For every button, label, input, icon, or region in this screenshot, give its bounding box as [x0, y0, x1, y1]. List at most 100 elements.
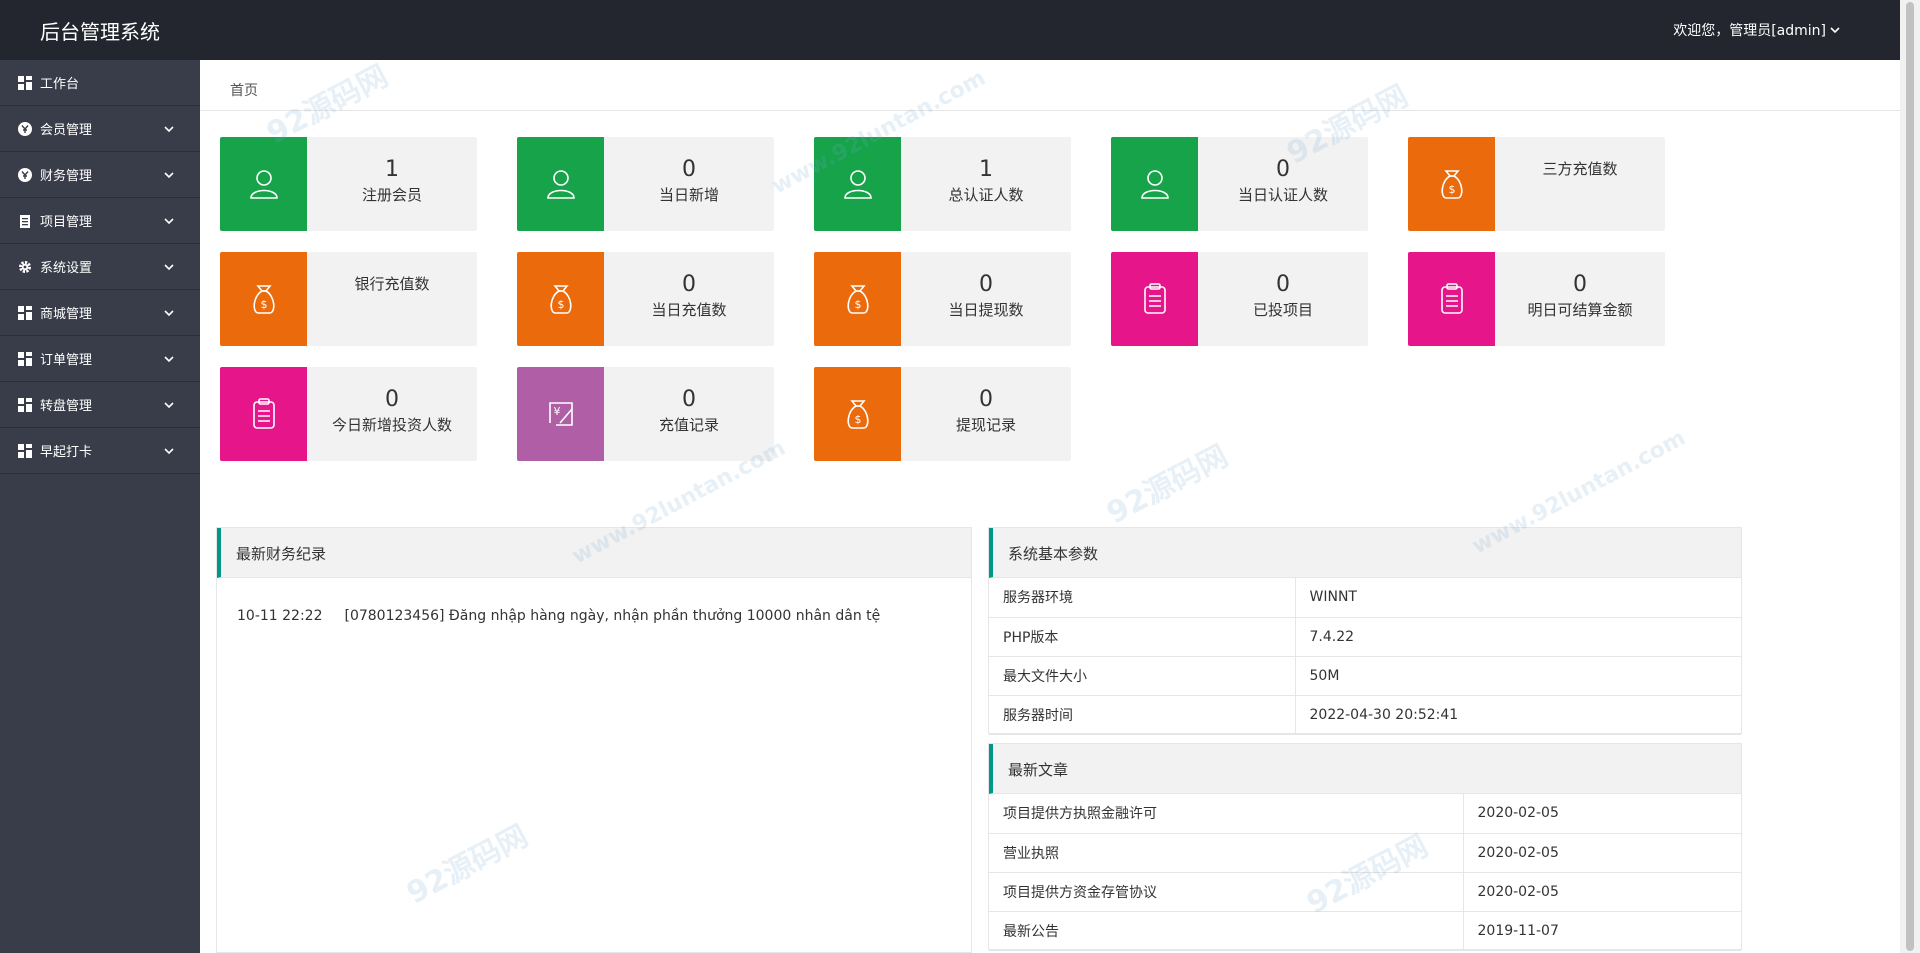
article-title[interactable]: 项目提供方执照金融许可	[989, 794, 1463, 834]
stat-card-body: 银行充值数	[307, 252, 477, 346]
sidebar-item-checkin[interactable]: 早起打卡	[0, 428, 200, 474]
stat-value: 0	[979, 387, 993, 412]
stat-card[interactable]: $0 当日充值数	[517, 252, 774, 346]
sidebar-item-label: 订单管理	[40, 353, 93, 368]
dashboard-icon	[18, 305, 32, 320]
stat-card-body: 0 当日充值数	[604, 252, 774, 346]
user-icon	[517, 137, 604, 231]
stat-label: 总认证人数	[948, 186, 1024, 204]
stat-card-body: 0 今日新增投资人数	[307, 367, 477, 461]
stat-value: 0	[1573, 272, 1587, 297]
clipboard-icon	[18, 214, 32, 228]
sidebar-item-label: 会员管理	[40, 123, 93, 138]
dashboard-icon	[18, 443, 32, 458]
welcome-text[interactable]: 欢迎您，管理员[admin]	[1673, 20, 1826, 40]
stat-card[interactable]: $0 提现记录	[814, 367, 1071, 461]
stat-value: 0	[682, 157, 696, 182]
sidebar-item-finance[interactable]: 财务管理	[0, 152, 200, 198]
stat-label: 已投项目	[1252, 301, 1313, 319]
sidebar-item-settings[interactable]: 系统设置	[0, 244, 200, 290]
sidebar-item-members[interactable]: 会员管理	[0, 106, 200, 152]
panel-title: 系统基本参数	[989, 528, 1741, 578]
svg-text:$: $	[557, 298, 564, 311]
sidebar-item-projects[interactable]: 项目管理	[0, 198, 200, 244]
article-date: 2020-02-05	[1462, 833, 1741, 873]
stat-label: 充值记录	[658, 416, 719, 434]
user-icon	[814, 137, 901, 231]
chevron-down-icon	[164, 172, 174, 179]
gear-icon	[18, 260, 32, 274]
stat-card[interactable]: $ 银行充值数	[220, 252, 477, 346]
sidebar-nav: 工作台 会员管理 财务管理 项目管理 系统设置 商城管理 订单管理 转盘管理 早…	[0, 60, 200, 953]
stat-label: 当日认证人数	[1237, 186, 1328, 204]
money-bag-icon: $	[1408, 137, 1495, 231]
finance-record-time: 10-11 22:22	[237, 608, 323, 624]
finance-record: 10-11 22:22 [0780123456] Đăng nhập hàng …	[217, 578, 971, 624]
sidebar-item-label: 系统设置	[40, 261, 93, 276]
scrollbar-thumb[interactable]	[1906, 2, 1914, 951]
stat-card-body: 1 注册会员	[307, 137, 477, 231]
breadcrumb-home[interactable]: 首页	[230, 83, 258, 99]
article-title[interactable]: 营业执照	[989, 833, 1463, 873]
clipboard-list-icon	[220, 367, 307, 461]
param-value: 50M	[1294, 656, 1741, 696]
app-logo-title[interactable]: 后台管理系统	[40, 16, 160, 45]
svg-text:$: $	[854, 298, 861, 311]
chevron-down-icon	[164, 448, 174, 455]
sidebar-item-orders[interactable]: 订单管理	[0, 336, 200, 382]
money-bag-icon: $	[220, 252, 307, 346]
article-title[interactable]: 项目提供方资金存管协议	[989, 872, 1463, 912]
stat-card[interactable]: 0 当日新增	[517, 137, 774, 231]
chevron-down-icon	[164, 310, 174, 317]
dashboard-icon	[18, 397, 32, 412]
article-title[interactable]: 最新公告	[989, 911, 1463, 951]
articles-panel: 最新文章 项目提供方执照金融许可 2020-02-05 营业执照 2020-02-0…	[988, 743, 1742, 951]
param-key: 服务器环境	[989, 578, 1295, 618]
stat-card[interactable]: $ 三方充值数	[1408, 137, 1665, 231]
panel-title: 最新文章	[989, 744, 1741, 794]
user-menu[interactable]: 欢迎您，管理员[admin]	[1673, 20, 1842, 40]
stat-label: 提现记录	[955, 416, 1016, 434]
breadcrumb: 首页	[200, 60, 1900, 111]
stat-label: 当日新增	[658, 186, 719, 204]
table-row: 服务器时间 2022-04-30 20:52:41	[989, 695, 1741, 735]
article-date: 2020-02-05	[1462, 794, 1741, 834]
stat-card[interactable]: 1 注册会员	[220, 137, 477, 231]
table-row: 营业执照 2020-02-05	[989, 833, 1741, 873]
table-row: 最大文件大小 50M	[989, 656, 1741, 696]
param-key: PHP版本	[989, 617, 1295, 657]
chevron-down-icon	[1830, 27, 1840, 34]
table-row: 项目提供方资金存管协议 2020-02-05	[989, 872, 1741, 912]
stat-card[interactable]: 0 明日可结算金额	[1408, 252, 1665, 346]
stat-card[interactable]: $0 当日提现数	[814, 252, 1071, 346]
stat-card-body: 0 当日提现数	[901, 252, 1071, 346]
stat-label: 当日提现数	[948, 301, 1024, 319]
recharge-icon: ¥	[517, 367, 604, 461]
stat-card[interactable]: 1 总认证人数	[814, 137, 1071, 231]
stat-value: 0	[385, 387, 399, 412]
sidebar-item-workbench[interactable]: 工作台	[0, 60, 200, 106]
stat-value: 0	[682, 387, 696, 412]
chevron-down-icon	[164, 218, 174, 225]
sidebar-item-label: 商城管理	[40, 307, 93, 322]
chevron-down-icon	[164, 402, 174, 409]
sidebar-item-label: 早起打卡	[40, 445, 93, 460]
stat-label: 注册会员	[361, 186, 422, 204]
svg-text:$: $	[854, 413, 861, 426]
page-scrollbar[interactable]	[1900, 0, 1920, 953]
sidebar-item-mall[interactable]: 商城管理	[0, 290, 200, 336]
stat-card[interactable]: ¥0 充值记录	[517, 367, 774, 461]
sidebar-item-wheel[interactable]: 转盘管理	[0, 382, 200, 428]
stat-card[interactable]: 0 已投项目	[1111, 252, 1368, 346]
system-params-table: 服务器环境 WINNT PHP版本 7.4.22 最大文件大小 50M 服务器时间 20…	[989, 578, 1741, 735]
watermark-brand: 92源码网	[1101, 438, 1234, 532]
stat-card-body: 三方充值数	[1495, 137, 1665, 231]
stat-label: 三方充值数	[1542, 160, 1618, 178]
stat-label: 银行充值数	[354, 275, 430, 293]
stat-card[interactable]: 0 今日新增投资人数	[220, 367, 477, 461]
stat-card[interactable]: 0 当日认证人数	[1111, 137, 1368, 231]
chevron-down-icon	[164, 264, 174, 271]
param-key: 最大文件大小	[989, 656, 1295, 696]
finance-panel: 最新财务纪录 10-11 22:22 [0780123456] Đăng nhậ…	[216, 527, 972, 953]
money-bag-icon: $	[814, 367, 901, 461]
